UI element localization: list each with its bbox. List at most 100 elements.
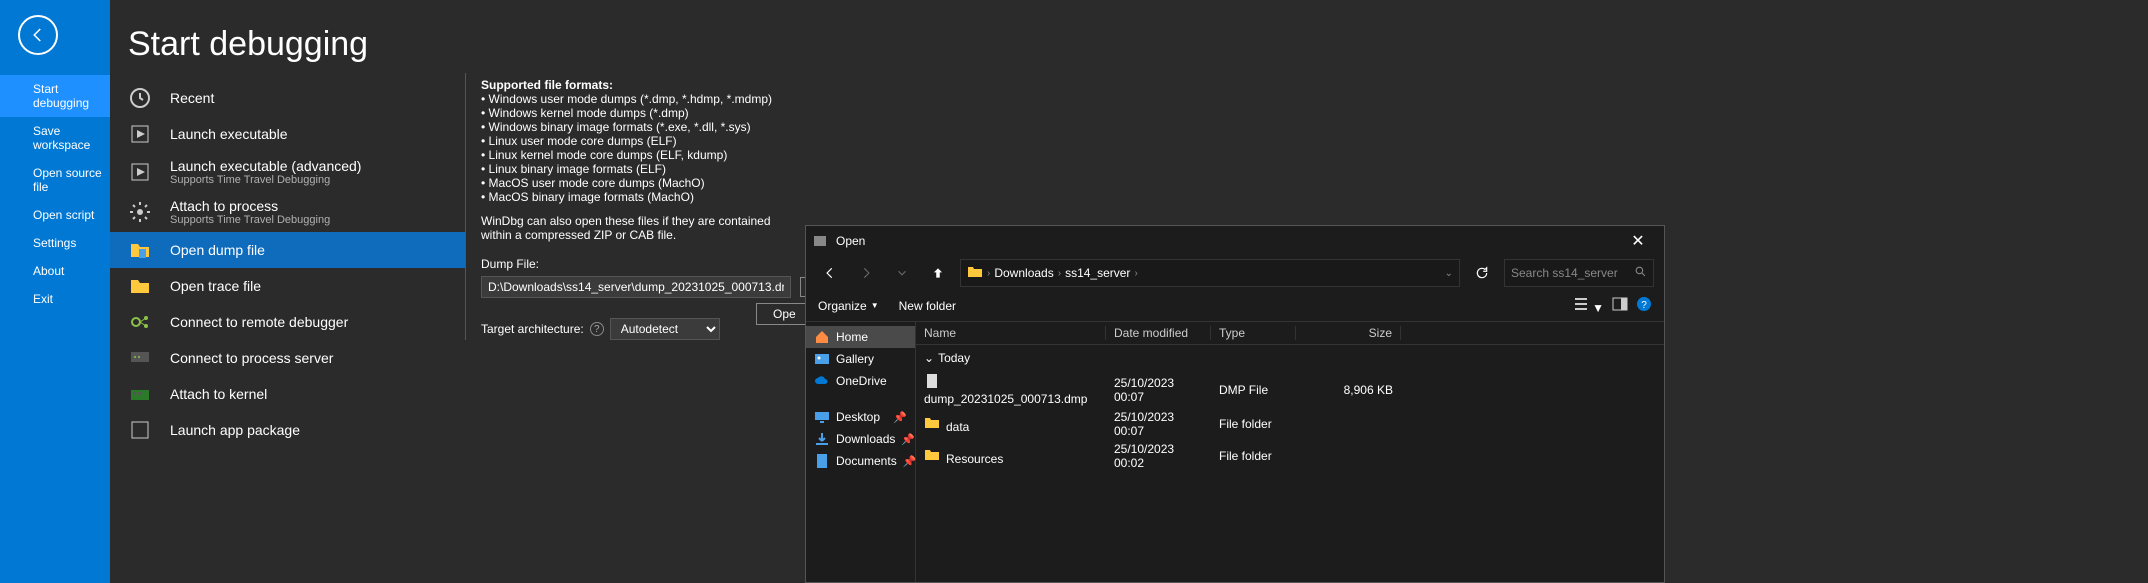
target-arch-select[interactable]: Autodetect <box>610 318 720 340</box>
refresh-icon[interactable] <box>1468 259 1496 287</box>
action-item[interactable]: Launch app package <box>110 412 465 448</box>
action-sublabel: Supports Time Travel Debugging <box>170 174 361 186</box>
sidebar-label: Home <box>836 330 868 344</box>
nav-up-icon[interactable] <box>924 259 952 287</box>
format-item: MacOS user mode core dumps (MachO) <box>481 176 1165 190</box>
page-title: Start debugging <box>110 0 2148 84</box>
svg-text:?: ? <box>1641 300 1647 311</box>
action-label: Launch app package <box>170 422 300 438</box>
sidebar-item[interactable]: Documents📌 <box>806 450 915 472</box>
sidebar-item[interactable]: Gallery <box>806 348 915 370</box>
nav-forward-icon[interactable] <box>852 259 880 287</box>
column-header[interactable]: Name <box>916 326 1106 340</box>
action-icon <box>128 86 152 110</box>
organize-button[interactable]: Organize ▼ <box>818 299 879 313</box>
action-item[interactable]: Open dump file <box>110 232 465 268</box>
target-arch-label: Target architecture: <box>481 322 584 336</box>
chevron-right-icon: › <box>987 268 990 279</box>
action-item[interactable]: Launch executable (advanced)Supports Tim… <box>110 152 465 192</box>
sidebar-item[interactable]: Desktop📌 <box>806 406 915 428</box>
chevron-down-icon[interactable]: ⌄ <box>1445 268 1453 279</box>
new-folder-button[interactable]: New folder <box>899 299 956 313</box>
chevron-down-icon: ⌄ <box>924 351 934 365</box>
preview-pane-icon[interactable] <box>1612 296 1628 315</box>
action-icon <box>128 122 152 146</box>
action-label: Launch executable <box>170 126 288 142</box>
format-item: Windows kernel mode dumps (*.dmp) <box>481 106 1165 120</box>
cloud-icon <box>814 373 830 389</box>
action-item[interactable]: Recent <box>110 80 465 116</box>
file-type: DMP File <box>1211 383 1296 397</box>
column-headers: Name Date modified Type Size <box>916 322 1664 345</box>
format-item: Linux binary image formats (ELF) <box>481 162 1165 176</box>
gallery-icon <box>814 351 830 367</box>
nav-recent-icon[interactable] <box>888 259 916 287</box>
caret-down-icon: ▼ <box>871 301 879 310</box>
breadcrumb[interactable]: › Downloads › ss14_server › ⌄ <box>960 259 1460 287</box>
help-icon[interactable]: ? <box>590 322 604 336</box>
back-button[interactable] <box>18 15 58 55</box>
dump-file-input[interactable] <box>481 276 791 298</box>
breadcrumb-item[interactable]: Downloads <box>994 266 1053 280</box>
file-date: 25/10/2023 00:07 <box>1106 410 1211 438</box>
action-sublabel: Supports Time Travel Debugging <box>170 214 330 226</box>
file-row[interactable]: Resources 25/10/2023 00:02 File folder <box>916 440 1664 472</box>
file-row[interactable]: data 25/10/2023 00:07 File folder <box>916 408 1664 440</box>
search-input[interactable]: Search ss14_server <box>1504 259 1654 287</box>
nav-item[interactable]: About <box>0 257 110 285</box>
sidebar-label: Documents <box>836 454 897 468</box>
file-row[interactable]: dump_20231025_000713.dmp 25/10/2023 00:0… <box>916 371 1664 408</box>
home-icon <box>814 329 830 345</box>
action-label: Open dump file <box>170 242 265 258</box>
action-icon <box>128 382 152 406</box>
file-name: Resources <box>946 452 1003 466</box>
formats-note: WinDbg can also open these files if they… <box>481 214 781 242</box>
action-item[interactable]: Attach to kernel <box>110 376 465 412</box>
format-item: Windows user mode dumps (*.dmp, *.hdmp, … <box>481 92 1165 106</box>
column-header[interactable]: Size <box>1296 326 1401 340</box>
action-icon <box>128 160 152 184</box>
nav-item[interactable]: Exit <box>0 285 110 313</box>
group-header[interactable]: ⌄ Today <box>916 345 1664 371</box>
file-date: 25/10/2023 00:07 <box>1106 376 1211 404</box>
nav-item[interactable]: Open source file <box>0 159 110 201</box>
folder-icon <box>924 415 940 431</box>
action-item[interactable]: Launch executable <box>110 116 465 152</box>
action-item[interactable]: Connect to remote debugger <box>110 304 465 340</box>
help-info-icon[interactable]: ? <box>1636 296 1652 315</box>
action-item[interactable]: Open trace file <box>110 268 465 304</box>
file-type: File folder <box>1211 417 1296 431</box>
close-icon[interactable]: ✕ <box>1618 231 1658 251</box>
breadcrumb-item[interactable]: ss14_server <box>1065 266 1130 280</box>
action-item[interactable]: Attach to processSupports Time Travel De… <box>110 192 465 232</box>
nav-item[interactable]: Start debugging <box>0 75 110 117</box>
format-item: Linux kernel mode core dumps (ELF, kdump… <box>481 148 1165 162</box>
formats-list: Windows user mode dumps (*.dmp, *.hdmp, … <box>481 92 1165 204</box>
download-icon <box>814 431 830 447</box>
nav-sidebar: Start debuggingSave workspaceOpen source… <box>0 0 110 583</box>
dialog-titlebar: Open ✕ <box>806 226 1664 256</box>
sidebar-item[interactable]: Home <box>806 326 915 348</box>
file-name: data <box>946 420 969 434</box>
action-label: Recent <box>170 90 214 106</box>
nav-item[interactable]: Save workspace <box>0 117 110 159</box>
action-icon <box>128 238 152 262</box>
action-label: Attach to process <box>170 198 330 214</box>
action-label: Open trace file <box>170 278 261 294</box>
nav-item[interactable]: Settings <box>0 229 110 257</box>
dialog-sidebar: HomeGalleryOneDriveDesktop📌Downloads📌Doc… <box>806 322 916 582</box>
action-item[interactable]: Connect to process server <box>110 340 465 376</box>
view-list-icon[interactable]: ▼ <box>1573 296 1604 315</box>
sidebar-label: Gallery <box>836 352 874 366</box>
nav-item[interactable]: Open script <box>0 201 110 229</box>
file-list: Name Date modified Type Size ⌄ Today dum… <box>916 322 1664 582</box>
column-header[interactable]: Type <box>1211 326 1296 340</box>
nav-menu: Start debuggingSave workspaceOpen source… <box>0 75 110 313</box>
sidebar-item[interactable]: OneDrive <box>806 370 915 392</box>
sidebar-item[interactable]: Downloads📌 <box>806 428 915 450</box>
column-header[interactable]: Date modified <box>1106 326 1211 340</box>
action-icon <box>128 200 152 224</box>
folder-icon <box>967 264 983 283</box>
file-size: 8,906 KB <box>1296 383 1401 397</box>
nav-back-icon[interactable] <box>816 259 844 287</box>
